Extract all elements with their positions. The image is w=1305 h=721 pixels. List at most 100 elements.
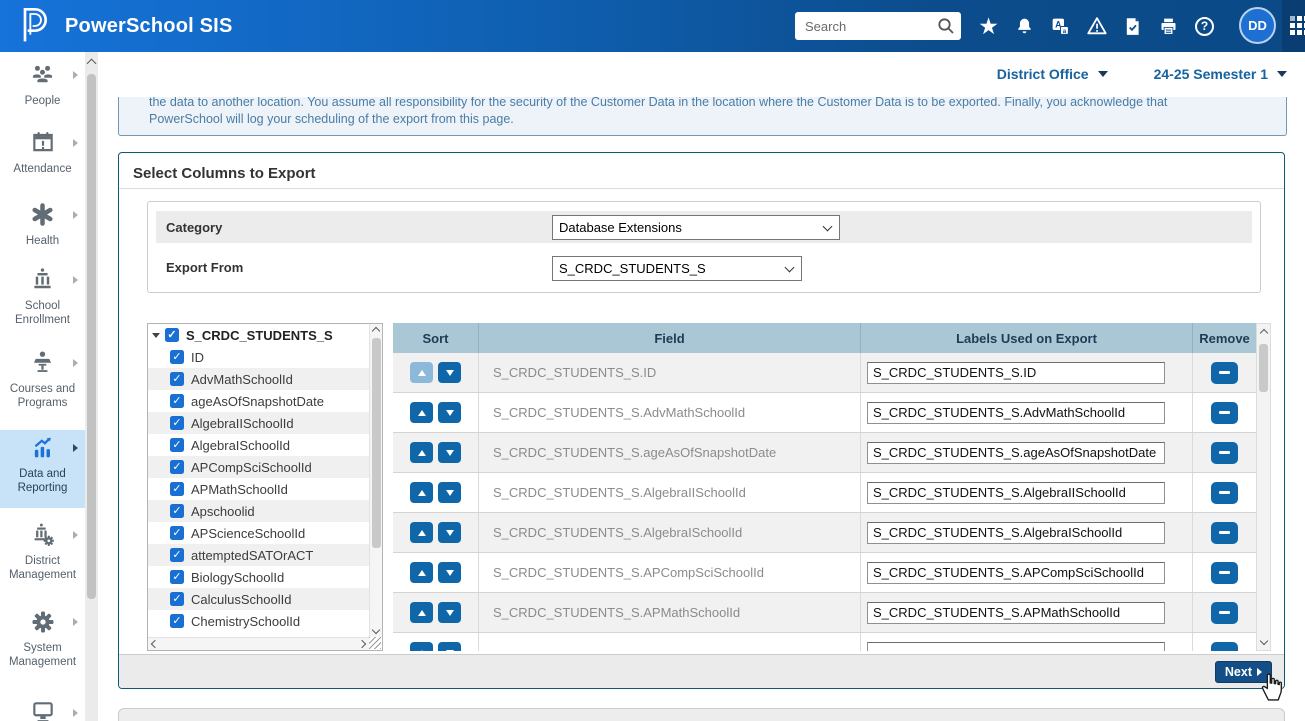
export-label-input[interactable] bbox=[867, 482, 1165, 504]
move-up-button[interactable] bbox=[410, 602, 433, 623]
tree-field-row[interactable]: ✓ ID bbox=[148, 346, 369, 368]
alerts-icon[interactable] bbox=[1085, 15, 1108, 38]
scroll-down-icon[interactable] bbox=[1260, 637, 1268, 645]
school-selector[interactable]: District Office bbox=[997, 66, 1108, 82]
brand[interactable]: PowerSchool SIS bbox=[18, 0, 232, 52]
move-down-button[interactable] bbox=[438, 642, 461, 651]
remove-button[interactable] bbox=[1211, 482, 1238, 504]
grid-scroll-thumb[interactable] bbox=[1259, 344, 1268, 392]
help-icon[interactable]: ? bbox=[1193, 15, 1216, 38]
remove-button[interactable] bbox=[1211, 442, 1238, 464]
sidebar-scroll-thumb[interactable] bbox=[87, 74, 96, 599]
checkbox-checked-icon[interactable]: ✓ bbox=[170, 460, 184, 474]
move-up-button[interactable] bbox=[410, 562, 433, 583]
export-label-input[interactable] bbox=[867, 642, 1165, 652]
tree-field-row[interactable]: ✓ AlgebraIISchoolId bbox=[148, 412, 369, 434]
checkbox-checked-icon[interactable]: ✓ bbox=[170, 416, 184, 430]
remove-button[interactable] bbox=[1211, 602, 1238, 624]
search-box[interactable] bbox=[795, 12, 961, 40]
sidebar-item-health[interactable]: Health bbox=[0, 197, 85, 259]
sidebar-item-district-management[interactable]: District Management bbox=[0, 517, 85, 598]
move-down-button[interactable] bbox=[438, 602, 461, 623]
avatar[interactable]: DD bbox=[1239, 7, 1276, 44]
export-label-input[interactable] bbox=[867, 442, 1165, 464]
sidebar-item-courses-and-programs[interactable]: Courses and Programs bbox=[0, 345, 85, 426]
tree-field-row[interactable]: ✓ APScienceSchoolId bbox=[148, 522, 369, 544]
favorites-icon[interactable]: ★ bbox=[977, 15, 1000, 38]
move-up-button[interactable] bbox=[410, 442, 433, 463]
move-down-button[interactable] bbox=[438, 522, 461, 543]
tree-field-row[interactable]: ✓ ageAsOfSnapshotDate bbox=[148, 390, 369, 412]
export-label-input[interactable] bbox=[867, 362, 1165, 384]
move-up-button[interactable] bbox=[410, 642, 433, 651]
move-up-button[interactable] bbox=[410, 522, 433, 543]
move-down-button[interactable] bbox=[438, 362, 461, 383]
translate-icon[interactable]: Aa bbox=[1049, 15, 1072, 38]
remove-button[interactable] bbox=[1211, 522, 1238, 544]
sidebar-scrollbar[interactable] bbox=[85, 52, 98, 721]
move-down-button[interactable] bbox=[438, 562, 461, 583]
scroll-up-icon[interactable] bbox=[1260, 329, 1268, 337]
tree-field-row[interactable]: ✓ ChemistrySchoolId bbox=[148, 610, 369, 632]
resize-grip[interactable] bbox=[369, 637, 381, 649]
tree-vertical-scrollbar[interactable] bbox=[369, 324, 382, 637]
sidebar-item-system-management[interactable]: System Management bbox=[0, 604, 85, 690]
report-check-icon[interactable] bbox=[1121, 15, 1144, 38]
tree-field-row[interactable]: ✓ CalculusSchoolId bbox=[148, 588, 369, 610]
checkbox-checked-icon[interactable]: ✓ bbox=[170, 526, 184, 540]
checkbox-checked-icon[interactable]: ✓ bbox=[170, 504, 184, 518]
checkbox-checked-icon[interactable]: ✓ bbox=[170, 372, 184, 386]
tree-field-row[interactable]: ✓ AdvMathSchoolId bbox=[148, 368, 369, 390]
export-label-input[interactable] bbox=[867, 522, 1165, 544]
move-up-button[interactable] bbox=[410, 402, 433, 423]
print-icon[interactable] bbox=[1157, 15, 1180, 38]
move-down-button[interactable] bbox=[438, 442, 461, 463]
remove-button[interactable] bbox=[1211, 562, 1238, 584]
sidebar-item-data-and-reporting[interactable]: Data and Reporting bbox=[0, 430, 85, 508]
export-label-input[interactable] bbox=[867, 402, 1165, 424]
tree-horizontal-scrollbar[interactable] bbox=[148, 637, 369, 650]
tree-field-row[interactable]: ✓ BiologySchoolId bbox=[148, 566, 369, 588]
tree-field-row[interactable]: ✓ attemptedSATOrACT bbox=[148, 544, 369, 566]
move-up-button[interactable] bbox=[410, 362, 433, 383]
export-label-input[interactable] bbox=[867, 602, 1165, 624]
checkbox-checked-icon[interactable]: ✓ bbox=[170, 592, 184, 606]
checkbox-checked-icon[interactable]: ✓ bbox=[170, 570, 184, 584]
remove-button[interactable] bbox=[1211, 362, 1238, 384]
collapse-triangle-icon[interactable] bbox=[152, 333, 160, 338]
move-down-button[interactable] bbox=[438, 482, 461, 503]
sidebar-item-school-enrollment[interactable]: School Enrollment bbox=[0, 262, 85, 343]
tree-field-row[interactable]: ✓ AlgebraISchoolId bbox=[148, 434, 369, 456]
scroll-up-icon[interactable] bbox=[87, 59, 97, 69]
grid-vertical-scrollbar[interactable] bbox=[1256, 323, 1271, 651]
notifications-icon[interactable] bbox=[1013, 15, 1036, 38]
checkbox-checked-icon[interactable]: ✓ bbox=[170, 548, 184, 562]
sidebar-item-people[interactable]: People bbox=[0, 57, 85, 119]
checkbox-checked-icon[interactable]: ✓ bbox=[170, 438, 184, 452]
term-selector[interactable]: 24-25 Semester 1 bbox=[1154, 66, 1287, 82]
remove-button[interactable] bbox=[1211, 402, 1238, 424]
checkbox-checked-icon[interactable]: ✓ bbox=[170, 614, 184, 628]
apps-grid-icon[interactable] bbox=[1290, 16, 1305, 35]
scroll-left-icon[interactable] bbox=[151, 640, 159, 648]
move-up-button[interactable] bbox=[410, 482, 433, 503]
checkbox-checked-icon[interactable]: ✓ bbox=[165, 328, 179, 342]
sidebar-item-attendance[interactable]: Attendance bbox=[0, 125, 85, 191]
search-icon[interactable] bbox=[936, 16, 956, 41]
checkbox-checked-icon[interactable]: ✓ bbox=[170, 482, 184, 496]
scroll-up-icon[interactable] bbox=[372, 327, 380, 335]
scroll-right-icon[interactable] bbox=[358, 640, 366, 648]
tree-field-row[interactable]: ✓ Apschoolid bbox=[148, 500, 369, 522]
tree-scroll-thumb[interactable] bbox=[372, 338, 381, 548]
category-select[interactable]: Database Extensions bbox=[552, 215, 840, 240]
export-from-select[interactable]: S_CRDC_STUDENTS_S bbox=[552, 256, 802, 281]
remove-button[interactable] bbox=[1211, 642, 1238, 652]
tree-field-row[interactable]: ✓ APMathSchoolId bbox=[148, 478, 369, 500]
checkbox-checked-icon[interactable]: ✓ bbox=[170, 394, 184, 408]
scroll-down-icon[interactable] bbox=[372, 626, 380, 634]
tree-root-row[interactable]: ✓ S_CRDC_STUDENTS_S bbox=[148, 324, 369, 346]
next-button[interactable]: Next bbox=[1215, 661, 1272, 683]
checkbox-checked-icon[interactable]: ✓ bbox=[170, 350, 184, 364]
sidebar-item-partial[interactable] bbox=[0, 695, 85, 721]
move-down-button[interactable] bbox=[438, 402, 461, 423]
